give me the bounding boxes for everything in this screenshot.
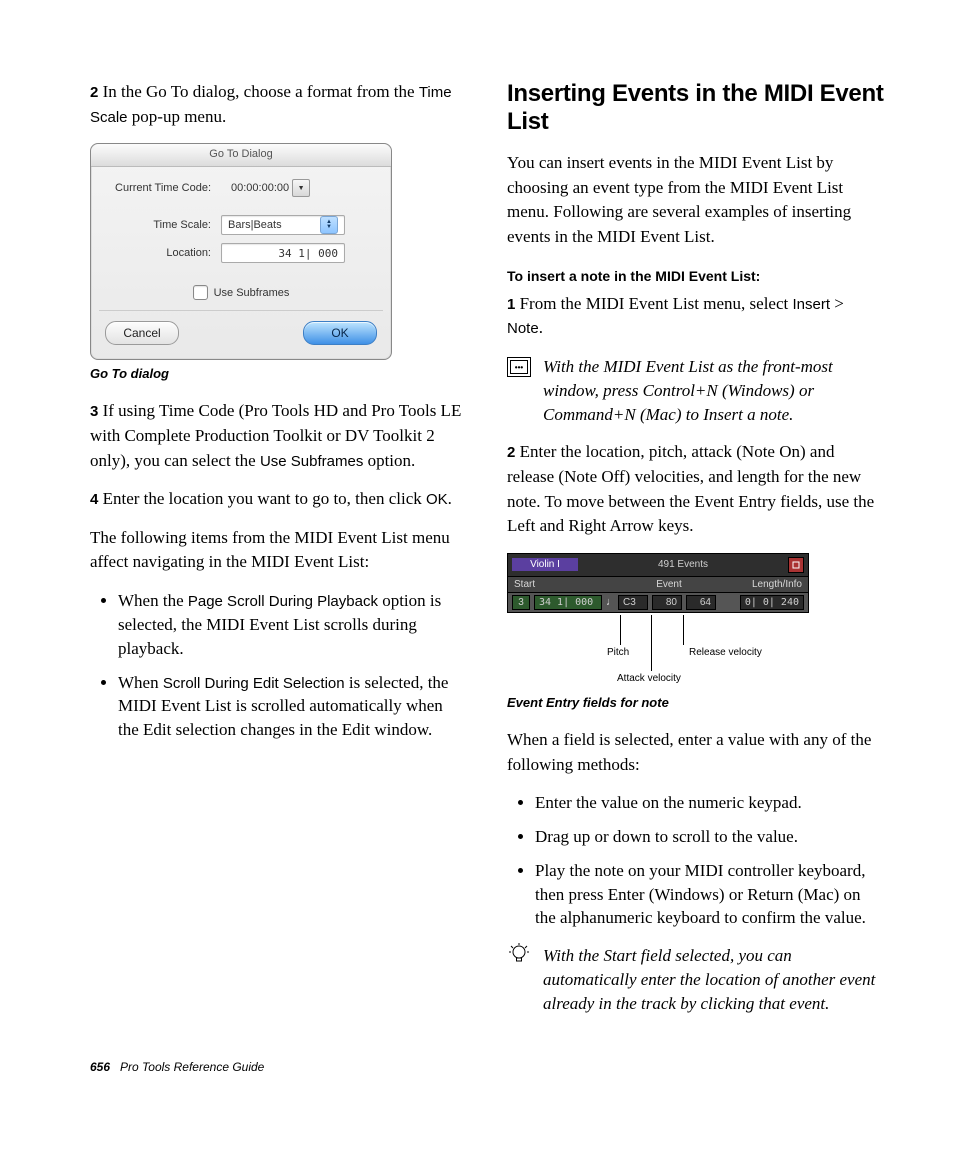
mel-caption: Event Entry fields for note	[507, 695, 884, 710]
step-num-1: 1	[507, 296, 515, 313]
step-2b: pop-up menu.	[128, 107, 227, 126]
tip-text: With the MIDI Event List as the front-mo…	[543, 355, 884, 426]
lightbulb-icon	[507, 944, 531, 968]
leader-lines: Pitch Attack velocity Release velocity	[507, 615, 807, 689]
step-num-4: 4	[90, 491, 98, 508]
keyboard-shortcut-icon: •••	[507, 355, 531, 379]
goto-ctc-label: Current Time Code:	[101, 182, 221, 194]
goto-caption: Go To dialog	[90, 366, 467, 381]
after-para: When a field is selected, enter a value …	[507, 728, 884, 777]
lightbulb-tip: With the Start field selected, you can a…	[507, 944, 884, 1015]
lbl-attack: Attack velocity	[617, 673, 681, 684]
step-4: 4 Enter the location you want to go to, …	[90, 487, 467, 512]
step-num-2r: 2	[507, 444, 515, 461]
step-4a: Enter the location you want to go to, th…	[103, 489, 426, 508]
page-number: 656	[90, 1060, 110, 1074]
close-icon[interactable]	[788, 557, 804, 573]
goto-ts-row: Time Scale: Bars|Beats ▲▼	[91, 211, 391, 239]
step-4b: .	[448, 489, 452, 508]
nav-para: The following items from the MIDI Event …	[90, 526, 467, 575]
goto-loc-row: Location: 34 1| 000	[91, 239, 391, 267]
mel-header-row: Start Event Length/Info	[508, 577, 808, 593]
shortcut-tip: ••• With the MIDI Event List as the fron…	[507, 355, 884, 426]
page-footer: 656 Pro Tools Reference Guide	[0, 1060, 954, 1074]
step-3b: option.	[363, 451, 415, 470]
mel-pitch[interactable]: C3	[618, 595, 648, 610]
note-icon: ♩	[606, 596, 614, 608]
goto-dialog-figure: Go To Dialog Current Time Code: 00:00:00…	[90, 143, 392, 360]
goto-loc-field[interactable]: 34 1| 000	[221, 243, 345, 263]
goto-loc-label: Location:	[101, 247, 221, 259]
mel-entry-row: 3 34 1| 000 ♩ C3 80 64 0| 0| 240	[508, 593, 808, 612]
step-num-2: 2	[90, 84, 98, 101]
list-item: Drag up or down to scroll to the value.	[535, 825, 884, 849]
goto-ctc-value: 00:00:00:00	[221, 182, 289, 194]
book-title: Pro Tools Reference Guide	[120, 1060, 264, 1074]
subframes-label: Use Subframes	[214, 287, 290, 299]
step-2a: In the Go To dialog, choose a format fro…	[103, 82, 419, 101]
mel-attack[interactable]: 80	[652, 595, 682, 610]
goto-ts-value: Bars|Beats	[228, 219, 282, 231]
mel-track-name[interactable]: Violin I	[512, 558, 578, 571]
tip-text-2: With the Start field selected, you can a…	[543, 944, 884, 1015]
goto-ctc-row: Current Time Code: 00:00:00:00 ▼	[91, 175, 391, 201]
list-item: Enter the value on the numeric keypad.	[535, 791, 884, 815]
subhead: To insert a note in the MIDI Event List:	[507, 268, 884, 284]
list-item: When the Page Scroll During Playback opt…	[118, 589, 467, 660]
mel-event-count: 491 Events	[578, 559, 788, 570]
mel-length[interactable]: 0| 0| 240	[740, 595, 804, 610]
list-item: When Scroll During Edit Selection is sel…	[118, 671, 467, 742]
mel-loc-b[interactable]: 34 1| 000	[534, 595, 602, 610]
midi-event-list-figure: Violin I 491 Events Start Event Length/I…	[507, 553, 809, 613]
ok-button[interactable]: OK	[303, 321, 377, 345]
method-bullets: Enter the value on the numeric keypad. D…	[525, 791, 884, 930]
step-4-sans: OK	[426, 491, 448, 508]
lbl-pitch: Pitch	[607, 647, 629, 658]
goto-ts-label: Time Scale:	[101, 219, 221, 231]
subframes-checkbox[interactable]	[193, 285, 208, 300]
goto-title: Go To Dialog	[91, 144, 391, 167]
section-heading: Inserting Events in the MIDI Event List	[507, 80, 884, 135]
r-step-1: 1 From the MIDI Event List menu, select …	[507, 292, 884, 341]
goto-subframes-row: Use Subframes	[91, 267, 391, 310]
goto-ts-field[interactable]: Bars|Beats ▲▼	[221, 215, 345, 235]
lbl-release: Release velocity	[689, 647, 762, 658]
step-3: 3 If using Time Code (Pro Tools HD and P…	[90, 399, 467, 473]
col-length: Length/Info	[730, 577, 808, 592]
goto-loc-value: 34 1| 000	[278, 247, 338, 260]
intro-para: You can insert events in the MIDI Event …	[507, 151, 884, 250]
col-start: Start	[508, 577, 608, 592]
mel-release[interactable]: 64	[686, 595, 716, 610]
nav-bullets: When the Page Scroll During Playback opt…	[108, 589, 467, 742]
step-3-sans: Use Subframes	[260, 453, 363, 470]
r-step-2: 2 Enter the location, pitch, attack (Not…	[507, 440, 884, 539]
step-num-3: 3	[90, 403, 98, 420]
updown-arrows-icon: ▲▼	[320, 216, 338, 234]
cancel-button[interactable]: Cancel	[105, 321, 179, 345]
list-item: Play the note on your MIDI controller ke…	[535, 859, 884, 930]
timecode-dropdown-icon[interactable]: ▼	[292, 179, 310, 197]
step-2: 2 In the Go To dialog, choose a format f…	[90, 80, 467, 129]
col-event: Event	[608, 577, 730, 592]
mel-loc-a[interactable]: 3	[512, 595, 530, 610]
